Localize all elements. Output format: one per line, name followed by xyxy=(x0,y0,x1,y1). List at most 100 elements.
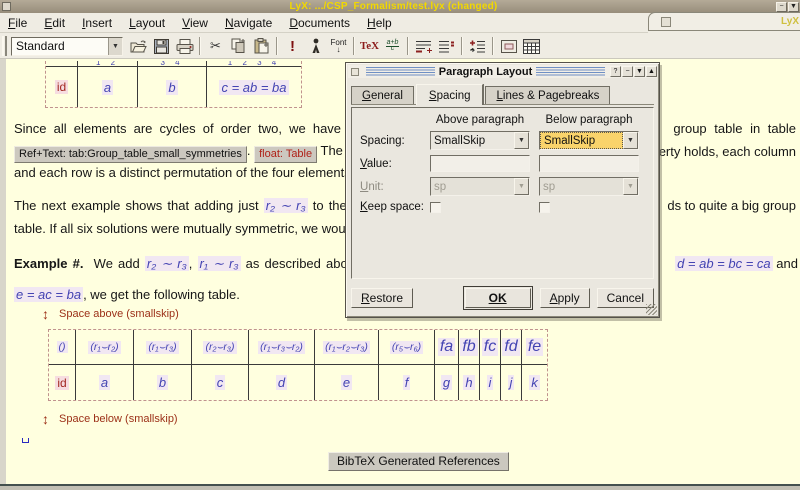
table-cell[interactable]: c xyxy=(192,365,249,400)
math-mode-icon[interactable]: a+bc xyxy=(382,36,403,57)
inline-math[interactable]: r₁ ∼ r₃ xyxy=(198,256,241,271)
bibtex-inset-chip[interactable]: BibTeX Generated References xyxy=(328,452,509,471)
table-cell[interactable]: c = ab = ba xyxy=(207,67,301,107)
insert-figure-icon[interactable] xyxy=(498,36,519,57)
table-cell[interactable]: (r₅⌣r₆) xyxy=(379,330,435,365)
toolbar-handle[interactable] xyxy=(2,36,7,56)
table-cell[interactable]: () xyxy=(49,330,76,365)
keep-space-label: Keep space: xyxy=(360,201,430,213)
chevron-down-icon[interactable]: ▼ xyxy=(514,132,529,149)
free-font-icon[interactable]: Font↓ xyxy=(328,36,349,57)
noun-style-icon[interactable] xyxy=(305,36,326,57)
tab-spacing[interactable]: Spacing xyxy=(416,84,484,105)
window-menu-icon[interactable] xyxy=(2,2,11,11)
keep-space-below-checkbox[interactable] xyxy=(539,202,550,213)
dialog-menu-icon[interactable] xyxy=(351,68,359,76)
dialog-minimize-button[interactable]: − xyxy=(622,66,633,77)
cut-icon[interactable]: ✂ xyxy=(205,36,226,57)
dialog-help-button[interactable]: ? xyxy=(610,66,621,77)
table-cell[interactable]: fc xyxy=(480,330,501,365)
insert-margin-note-icon[interactable] xyxy=(436,36,457,57)
ref-inset-chip[interactable]: Ref+Text: tab:Group_table_small_symmetri… xyxy=(14,146,247,163)
menu-view[interactable]: View xyxy=(174,14,217,32)
ok-button[interactable]: OK xyxy=(465,288,531,308)
menu-file[interactable]: File xyxy=(0,14,36,32)
below-paragraph-header: Below paragraph xyxy=(539,114,639,126)
print-icon[interactable] xyxy=(174,36,195,57)
table-cell[interactable]: fd xyxy=(501,330,522,365)
table-cell[interactable]: a xyxy=(78,67,138,107)
menu-navigate[interactable]: Navigate xyxy=(217,14,281,32)
spacing-above-combo[interactable]: SmallSkip ▼ xyxy=(430,131,530,150)
dialog-tabs: General Spacing Lines & Pagebreaks xyxy=(351,82,654,105)
paste-icon[interactable] xyxy=(251,36,272,57)
group-table[interactable]: () (r₁⌣r₂) (r₁⌣r₃) (r₂⌣r₃) (r₁⌣r₃⌣r₂) (r… xyxy=(48,329,548,401)
restore-button[interactable]: Restore xyxy=(351,288,413,308)
updown-arrow-icon: ↕ xyxy=(42,306,49,322)
table-cell[interactable]: fe xyxy=(522,330,547,365)
dialog-unshade-button[interactable]: ▲ xyxy=(646,66,657,77)
keep-space-above-checkbox[interactable] xyxy=(430,202,441,213)
table-cell[interactable]: g xyxy=(435,365,459,400)
tab-general[interactable]: General xyxy=(351,86,414,104)
menu-documents[interactable]: Documents xyxy=(281,14,359,32)
table-cell[interactable]: (r₂⌣r₃) xyxy=(192,330,249,365)
dialog-title: Paragraph Layout xyxy=(439,66,533,78)
resize-grip[interactable] xyxy=(646,304,657,315)
insert-footnote-icon[interactable] xyxy=(413,36,434,57)
inline-math[interactable]: d = ab = bc = ca xyxy=(675,256,773,271)
table-cell[interactable]: h xyxy=(459,365,480,400)
tab-lines-pagebreaks[interactable]: Lines & Pagebreaks xyxy=(485,86,610,104)
chevron-down-icon[interactable]: ▼ xyxy=(108,38,122,55)
apply-button[interactable]: Apply xyxy=(540,288,590,308)
menu-help[interactable]: Help xyxy=(359,14,401,32)
paragraph-style-combo[interactable]: Standard ▼ xyxy=(11,37,123,56)
spacing-below-combo[interactable]: SmallSkip ▼ xyxy=(539,131,639,150)
table-cell[interactable]: b xyxy=(138,67,207,107)
table-cell[interactable]: fb xyxy=(459,330,480,365)
inline-math[interactable]: e = ac = ba xyxy=(14,287,83,302)
background-window-titlebar[interactable]: LyX xyxy=(648,12,800,31)
table-cell[interactable]: d xyxy=(249,365,315,400)
menu-edit[interactable]: Edit xyxy=(36,14,74,32)
minimize-button[interactable]: − xyxy=(776,2,787,12)
change-depth-icon[interactable] xyxy=(467,36,488,57)
table-cell[interactable]: f xyxy=(379,365,435,400)
insert-table-icon[interactable] xyxy=(521,36,542,57)
table-cell[interactable]: a xyxy=(76,365,134,400)
copy-icon[interactable] xyxy=(228,36,249,57)
titlebar-grip xyxy=(536,67,605,76)
table-cell[interactable]: e xyxy=(315,365,379,400)
dialog-titlebar[interactable]: Paragraph Layout ? − ▼ ▲ xyxy=(348,65,657,78)
inline-math[interactable]: r₂ ∼ r₃ xyxy=(145,256,189,271)
table-cell[interactable]: (r₁⌣r₃⌣r₂) xyxy=(249,330,315,365)
table-cell[interactable]: (r₁⌣r₃) xyxy=(134,330,192,365)
table-cell[interactable]: b xyxy=(134,365,192,400)
float-inset-chip[interactable]: float: Table xyxy=(254,146,317,163)
chevron-down-icon[interactable]: ▼ xyxy=(623,132,638,149)
table-cell[interactable]: i xyxy=(480,365,501,400)
table-cell[interactable]: (r₁⌣r₂) xyxy=(76,330,134,365)
table-cell[interactable]: id xyxy=(49,365,76,400)
menu-insert[interactable]: Insert xyxy=(74,14,121,32)
partial-group-table[interactable]: 1 2 3 4 1 2 3 4 id a b c = ab = ba xyxy=(45,61,302,108)
tex-mode-icon[interactable]: TeX xyxy=(359,36,380,57)
table-cell[interactable]: (r₁⌣r₂⌣r₃) xyxy=(315,330,379,365)
save-icon[interactable] xyxy=(151,36,172,57)
emphasis-icon[interactable]: ! xyxy=(282,36,303,57)
table-cell[interactable]: k xyxy=(522,365,547,400)
table-cell[interactable]: fa xyxy=(435,330,459,365)
inline-math[interactable]: r₂ ∼ r₃ xyxy=(264,198,308,213)
maximize-button[interactable]: ▼ xyxy=(788,2,799,12)
menu-layout[interactable]: Layout xyxy=(121,14,174,32)
value-below-input[interactable] xyxy=(539,155,639,172)
open-file-icon[interactable] xyxy=(128,36,149,57)
background-window-menu-icon[interactable] xyxy=(661,17,671,27)
table-cell[interactable]: j xyxy=(501,365,522,400)
chevron-down-icon: ▼ xyxy=(514,178,529,195)
toolbar-separator xyxy=(407,37,409,55)
toolbar: Standard ▼ ✂ ! Font↓ TeX a+b xyxy=(0,34,800,59)
dialog-shade-button[interactable]: ▼ xyxy=(634,66,645,77)
value-above-input[interactable] xyxy=(430,155,530,172)
table-cell[interactable]: id xyxy=(46,67,78,107)
